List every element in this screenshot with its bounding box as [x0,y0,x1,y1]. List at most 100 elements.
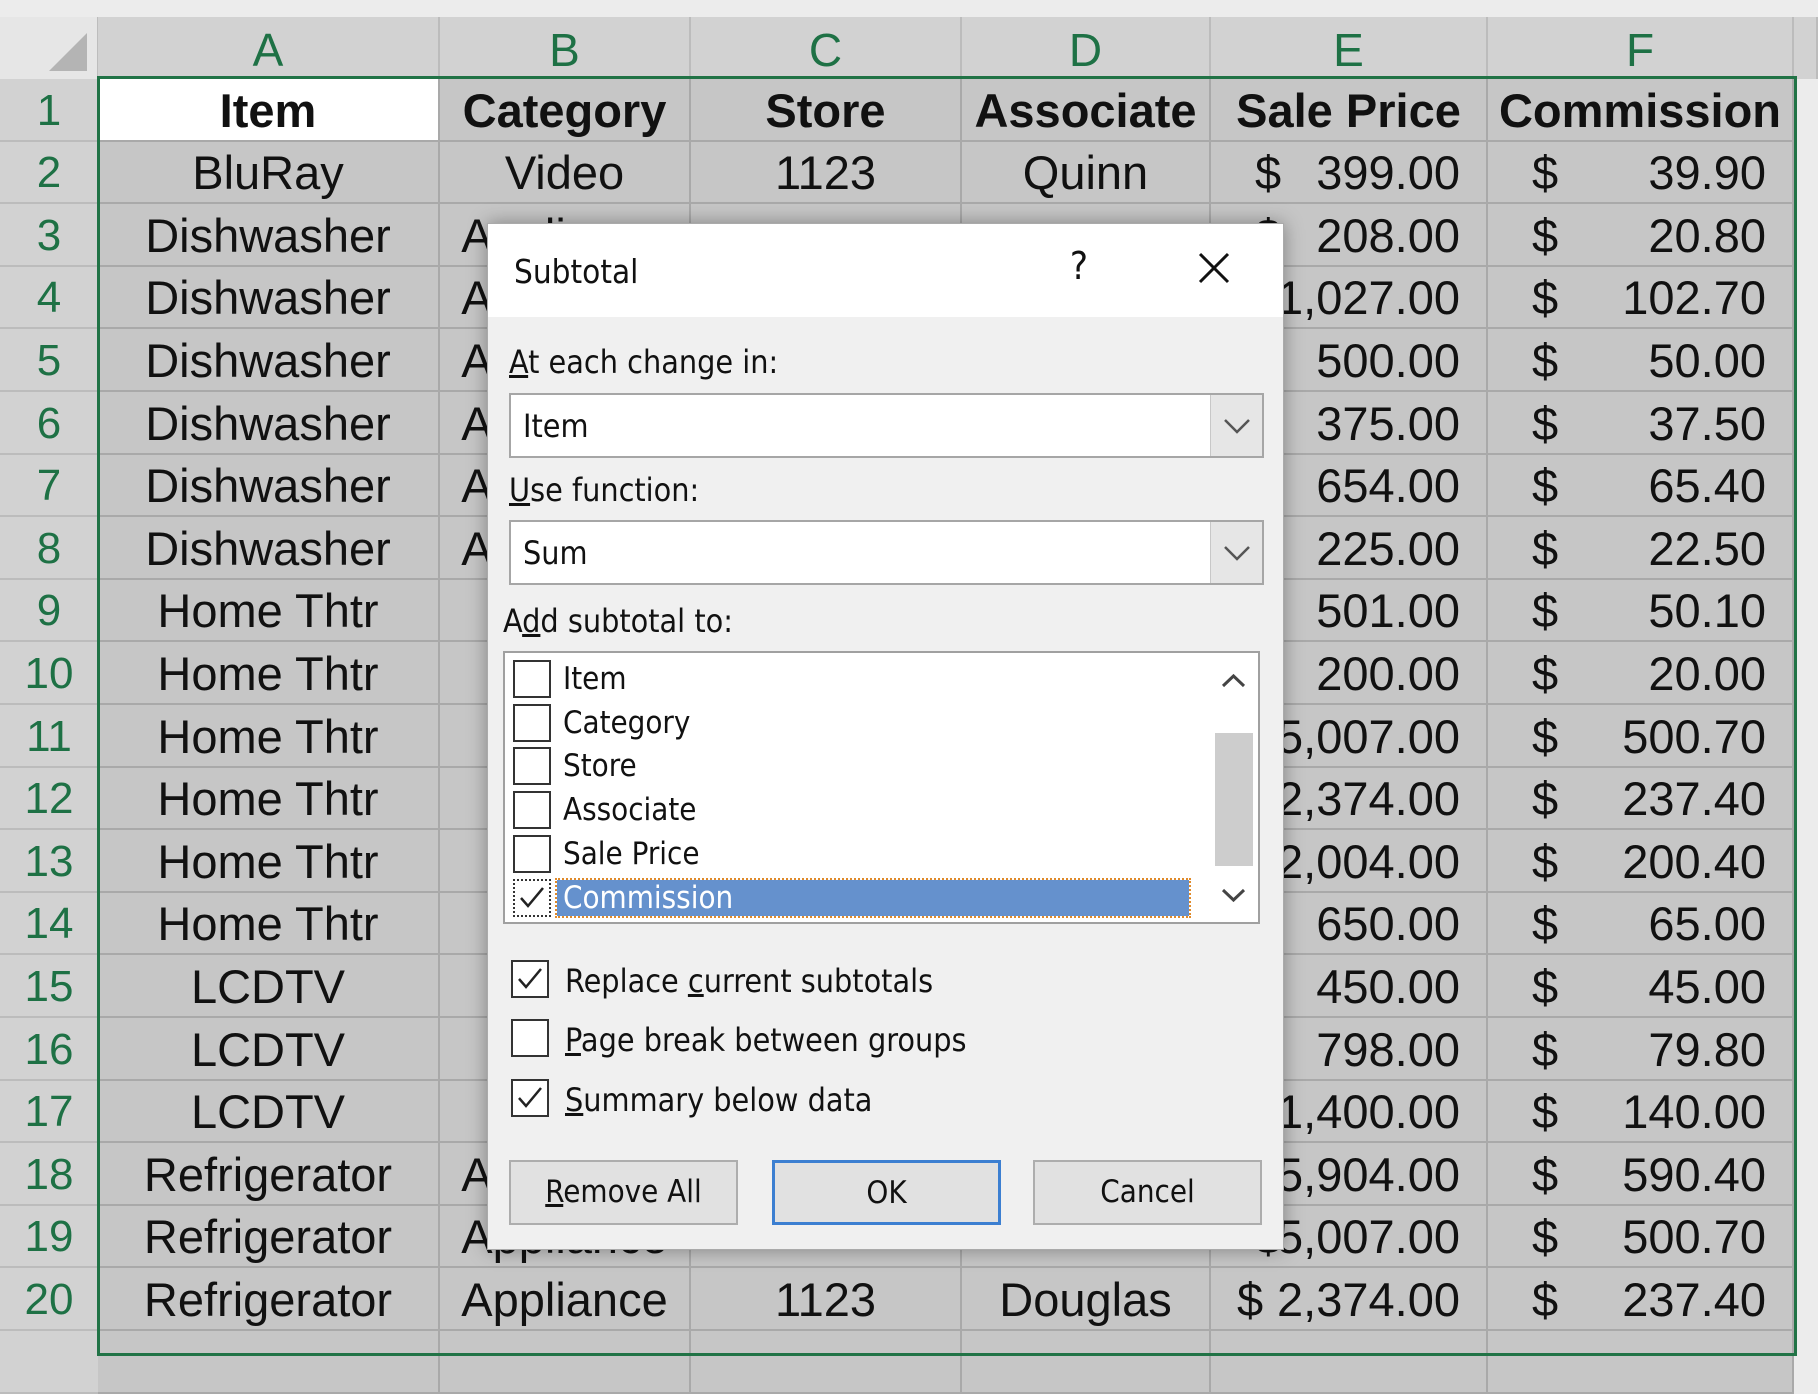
cell-a19[interactable]: Refrigerator [98,1206,440,1268]
checkbox[interactable] [513,878,551,917]
checkbox[interactable] [511,960,549,998]
close-button[interactable] [1188,242,1240,294]
row-header[interactable]: 8 [0,517,98,580]
cell-d20[interactable]: Douglas [962,1268,1211,1331]
replace-current-subtotals-checkbox[interactable]: Replace current subtotals [511,958,1211,1002]
checkbox[interactable] [513,703,551,742]
row-header[interactable]: 14 [0,893,98,955]
cell-a18[interactable]: Refrigerator [98,1143,440,1206]
row-header[interactable]: 2 [0,142,98,204]
scrollbar-thumb[interactable] [1215,733,1253,866]
row-header[interactable] [0,1331,98,1394]
cell-e20[interactable]: $2,374.00 [1211,1268,1488,1331]
cell-f10[interactable]: $20.00 [1488,642,1794,705]
checkbox[interactable] [513,747,551,786]
row-header[interactable]: 10 [0,642,98,705]
cell-e2[interactable]: $399.00 [1211,142,1488,204]
cell-a21[interactable] [98,1331,440,1394]
column-header-a[interactable]: A [98,17,440,79]
cell-b21[interactable] [440,1331,691,1394]
row-header[interactable]: 9 [0,580,98,642]
cell-f9[interactable]: $50.10 [1488,580,1794,642]
row-header[interactable]: 11 [0,705,98,768]
listbox-item[interactable]: Sale Price [505,832,1195,876]
cell-a13[interactable]: Home Thtr [98,830,440,893]
cell-f18[interactable]: $590.40 [1488,1143,1794,1206]
listbox-item[interactable]: Associate [505,788,1195,832]
row-header[interactable]: 5 [0,329,98,392]
column-header-c[interactable]: C [691,17,962,79]
checkbox[interactable] [511,1079,549,1117]
cell-a16[interactable]: LCDTV [98,1018,440,1081]
cell-d21[interactable] [962,1331,1211,1394]
row-header[interactable]: 7 [0,455,98,517]
cell-f1[interactable]: Commission [1488,79,1794,142]
cell-f12[interactable]: $237.40 [1488,768,1794,830]
cell-f16[interactable]: $79.80 [1488,1018,1794,1081]
listbox-item[interactable]: Store [505,744,1195,788]
cell-a3[interactable]: Dishwasher [98,204,440,267]
listbox-item[interactable]: Category [505,701,1195,745]
checkbox[interactable] [513,834,551,873]
cell-f8[interactable]: $22.50 [1488,517,1794,580]
row-header[interactable]: 12 [0,768,98,830]
cell-a20[interactable]: Refrigerator [98,1268,440,1331]
listbox-item[interactable]: Commission [505,876,1195,920]
cell-a17[interactable]: LCDTV [98,1081,440,1143]
cell-a10[interactable]: Home Thtr [98,642,440,705]
cell-a7[interactable]: Dishwasher [98,455,440,517]
checkbox[interactable] [513,791,551,830]
row-header[interactable]: 3 [0,204,98,267]
row-header[interactable]: 15 [0,955,98,1018]
remove-all-button[interactable]: Remove All [509,1160,738,1225]
column-header-extra[interactable] [1794,17,1818,79]
cell-d1[interactable]: Associate [962,79,1211,142]
column-header-e[interactable]: E [1211,17,1488,79]
row-header[interactable]: 16 [0,1018,98,1081]
cell-c2[interactable]: 1123 [691,142,962,204]
cell-d2[interactable]: Quinn [962,142,1211,204]
scroll-up-icon[interactable] [1209,661,1258,701]
dropdown-arrow-button[interactable] [1210,522,1262,583]
dropdown-arrow-button[interactable] [1210,395,1262,456]
cell-e21[interactable] [1211,1331,1488,1394]
cell-a11[interactable]: Home Thtr [98,705,440,768]
dialog-titlebar[interactable]: Subtotal ? [488,224,1283,317]
row-header[interactable]: 20 [0,1268,98,1331]
cell-a14[interactable]: Home Thtr [98,893,440,955]
cell-e1[interactable]: Sale Price [1211,79,1488,142]
cell-f6[interactable]: $37.50 [1488,392,1794,455]
checkbox[interactable] [513,660,551,698]
ok-button[interactable]: OK [772,1160,1001,1225]
cell-a6[interactable]: Dishwasher [98,392,440,455]
cell-a12[interactable]: Home Thtr [98,768,440,830]
column-header-f[interactable]: F [1488,17,1794,79]
cancel-button[interactable]: Cancel [1033,1160,1262,1225]
cell-c1[interactable]: Store [691,79,962,142]
cell-b20[interactable]: Appliance [440,1268,691,1331]
cell-a5[interactable]: Dishwasher [98,329,440,392]
cell-c21[interactable] [691,1331,962,1394]
cell-b2[interactable]: Video [440,142,691,204]
listbox-item[interactable]: Item [505,657,1195,701]
row-header[interactable]: 13 [0,830,98,893]
column-header-b[interactable]: B [440,17,691,79]
cell-a2[interactable]: BluRay [98,142,440,204]
checkbox[interactable] [511,1019,549,1057]
listbox-scrollbar[interactable] [1209,653,1258,922]
cell-f7[interactable]: $65.40 [1488,455,1794,517]
cell-a15[interactable]: LCDTV [98,955,440,1018]
cell-f11[interactable]: $500.70 [1488,705,1794,768]
cell-c20[interactable]: 1123 [691,1268,962,1331]
cell-b1[interactable]: Category [440,79,691,142]
row-header[interactable]: 18 [0,1143,98,1206]
select-all-button[interactable] [0,17,98,79]
help-button[interactable]: ? [1064,244,1094,288]
row-header[interactable]: 1 [0,79,98,142]
cell-f5[interactable]: $50.00 [1488,329,1794,392]
column-header-d[interactable]: D [962,17,1211,79]
cell-a1[interactable]: Item [98,79,440,142]
cell-f4[interactable]: $102.70 [1488,267,1794,329]
cell-f19[interactable]: $500.70 [1488,1206,1794,1268]
add-subtotal-listbox[interactable]: Item Category Store Associate Sale Price Com… [503,651,1260,924]
